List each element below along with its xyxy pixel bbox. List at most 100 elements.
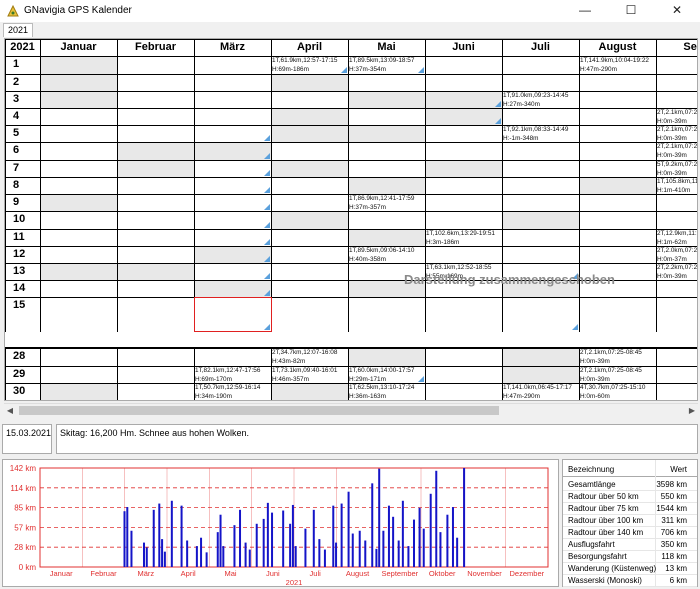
day-cell-weekend[interactable] [580, 178, 656, 194]
day-cell-weekend[interactable] [503, 367, 579, 383]
tour-entry[interactable]: 2T,2.1km,07:2 H:0m-39m [656, 108, 697, 126]
tour-entry[interactable]: 5T,9.2km,07:2 H:0m-39m [656, 160, 697, 178]
day-cell-weekend[interactable] [272, 212, 348, 229]
day-cell-weekend[interactable] [349, 178, 425, 194]
tour-summary: 2T,2.1km,07:2 [657, 126, 698, 133]
month-header[interactable]: Januar [40, 41, 117, 53]
day-cell-weekend[interactable] [195, 247, 271, 263]
stats-row[interactable]: Radtour über 140 km 706 km [563, 527, 697, 538]
selected-date-field[interactable]: 15.03.2021 [2, 424, 52, 454]
chart-bar [382, 530, 385, 567]
tour-entry[interactable]: 1T,92.1km,08:33-14:49 H:-1m-348m [502, 125, 579, 143]
day-cell-weekend[interactable] [426, 161, 502, 177]
day-number: 4 [13, 110, 20, 122]
month-header[interactable]: Juli [502, 41, 579, 53]
day-cell-weekend[interactable] [195, 143, 271, 160]
stats-row[interactable]: Radtour über 100 km 311 km [563, 515, 697, 526]
day-cell-weekend[interactable] [41, 57, 117, 74]
tour-entry[interactable]: 2T,2.2km,07:2 H:0m-39m [656, 263, 697, 281]
day-cell-weekend[interactable] [41, 92, 117, 108]
tour-entry[interactable]: 1T,141.9km,10:04-19:22 H:47m-290m [579, 56, 656, 74]
stats-row[interactable]: Wanderung (Küstenweg) 13 km [563, 563, 697, 574]
tour-entry[interactable]: 1T,61.9km,12:57-17:15 H:69m-186m [271, 56, 348, 74]
stats-row[interactable]: Wasserski (Monoski) 6 km [563, 575, 697, 586]
close-button[interactable]: ✕ [654, 0, 700, 22]
day-cell-weekend[interactable] [41, 264, 117, 280]
calendar-grid[interactable]: 2021 Januar Februar März April Mai Juni Juli Aug… [4, 38, 698, 401]
y-tick-label: 85 km [14, 504, 36, 513]
month-header[interactable]: April [271, 41, 348, 53]
tour-entry[interactable]: 4T,30.7km,07:25-15:10 H:0m-60m [579, 383, 656, 400]
tour-summary: 1T,91.0km,09:23-14:45 [503, 92, 569, 99]
tour-entry[interactable]: 1T,89.5km,13:09-18:57 H:37m-354m [348, 56, 425, 74]
scroll-left-icon[interactable]: ◀ [4, 404, 16, 417]
day-cell-weekend[interactable] [118, 264, 194, 280]
selected-day-cell[interactable] [194, 297, 272, 332]
day-cell-weekend[interactable] [426, 92, 502, 108]
tour-entry[interactable]: 1T,102.5km,12:19-18:45H:45m-162m [348, 400, 425, 401]
tour-entry[interactable]: 1T,81.7km,13:01-18:03H:35m-82m [194, 400, 271, 401]
tour-entry[interactable]: 1T,60.0km,14:00-17:57 H:29m-171m [348, 366, 425, 384]
tour-entry[interactable]: 1T,105.8km,11 H:1m-410m [656, 177, 697, 195]
day-cell-weekend[interactable] [349, 230, 425, 246]
minimize-button[interactable]: — [562, 0, 608, 22]
chart-bar [163, 551, 166, 567]
tab-2021[interactable]: 2021 [3, 23, 34, 37]
scroll-right-icon[interactable]: ▶ [686, 404, 698, 417]
stats-row[interactable]: Ausflugsfahrt 350 km [563, 539, 697, 550]
day-cell-weekend[interactable] [195, 281, 271, 297]
stats-row[interactable]: Radtour über 75 km 1544 km [563, 503, 697, 514]
tour-entry[interactable]: 1T,82.1km,12:47-17:56 H:69m-170m [194, 366, 271, 384]
tour-entry[interactable]: 2T,34.7km,12:07-16:08 H:43m-82m [271, 348, 348, 366]
tour-entry[interactable]: 1T,89.5km,09:06-14:10 H:40m-358m [348, 246, 425, 264]
tour-entry[interactable]: 2T,2.1km,07:2 H:0m-39m [656, 125, 698, 143]
tour-summary: 2T,2.1km,07:25-08:45 [580, 367, 642, 374]
scrollbar-thumb[interactable] [19, 406, 499, 415]
day-cell-weekend[interactable] [503, 349, 579, 366]
tour-entry[interactable]: 2T,2.1km,07:25-08:45H:0m-39m [579, 400, 656, 401]
day-cell-weekend[interactable] [349, 92, 425, 108]
stats-row[interactable]: Besorgungsfahrt 118 km [563, 551, 697, 562]
tour-entry[interactable]: 1T,86.9km,12:41-17:59 H:37m-357m [348, 194, 425, 212]
horizontal-scrollbar[interactable]: ◀ ▶ [4, 403, 698, 417]
month-header[interactable]: Juni [425, 41, 502, 53]
tour-entry[interactable]: 1T,73.1km,09:40-16:01 H:46m-357m [271, 366, 348, 384]
tour-elevation: H:0m-39m [657, 273, 687, 280]
tour-entry[interactable]: 2T,2.1km,07:25-08:45H:0m-39m [579, 348, 656, 366]
tour-entry[interactable]: 1T,102.6km,13:29-19:51 H:3m-186m [425, 229, 502, 247]
day-cell-weekend[interactable] [272, 384, 348, 400]
day-cell-weekend[interactable] [272, 109, 348, 125]
day-cell-weekend[interactable] [272, 161, 348, 177]
tour-entry[interactable]: 2T,12.9km,11: H:1m-62m [656, 229, 697, 247]
tour-entry[interactable]: 1T,141.0km,06:45-17:17 H:47m-290m [502, 383, 579, 400]
tour-entry[interactable]: 2T,2.0km,07:2 H:0m-37m [656, 246, 697, 264]
day-cell-weekend[interactable] [118, 161, 194, 177]
day-cell-weekend[interactable] [41, 384, 117, 400]
day-cell-weekend[interactable] [41, 75, 117, 91]
day-cell-weekend[interactable] [118, 143, 194, 160]
maximize-button[interactable]: ☐ [608, 0, 654, 22]
month-header[interactable]: Februar [117, 41, 194, 53]
day-note-field[interactable]: Skitag: 16,200 Hm. Schnee aus hohen Wolk… [56, 424, 698, 454]
day-cell-weekend[interactable] [349, 349, 425, 366]
tour-entry[interactable]: 1T,50.7km,12:59-16:14 H:34m-190m [194, 383, 271, 400]
day-cell-weekend[interactable] [272, 75, 348, 91]
day-cell-weekend[interactable] [503, 212, 579, 229]
tour-entry[interactable]: 2T,2.1km,07:25-08:45H:0m-39m [579, 366, 656, 384]
month-header[interactable]: März [194, 41, 271, 53]
day-cell-weekend[interactable] [272, 126, 348, 142]
tour-entry[interactable]: 1T,91.0km,09:23-14:45 H:27m-340m [502, 91, 579, 109]
stats-row[interactable]: Radtour über 50 km 550 km [563, 491, 697, 502]
day-cell-weekend[interactable] [426, 109, 502, 125]
tour-entry[interactable]: 1T,62.5km,13:10-17:24 H:36m-163m [348, 383, 425, 400]
day-cell-weekend[interactable] [41, 195, 117, 211]
chart-bar [332, 505, 335, 567]
tour-entry[interactable]: 2T,2.1km,07:2 H:0m-39m [656, 142, 697, 160]
stats-row[interactable]: Gesamtlänge 3598 km [563, 479, 697, 490]
tour-summary: 2T,2.1km,07:25-08:45 [580, 349, 642, 356]
day-cell-weekend[interactable] [349, 126, 425, 142]
chart-bar [271, 512, 274, 567]
month-header[interactable]: August [579, 41, 656, 53]
month-header[interactable]: Septer [656, 41, 697, 53]
month-header[interactable]: Mai [348, 41, 425, 53]
